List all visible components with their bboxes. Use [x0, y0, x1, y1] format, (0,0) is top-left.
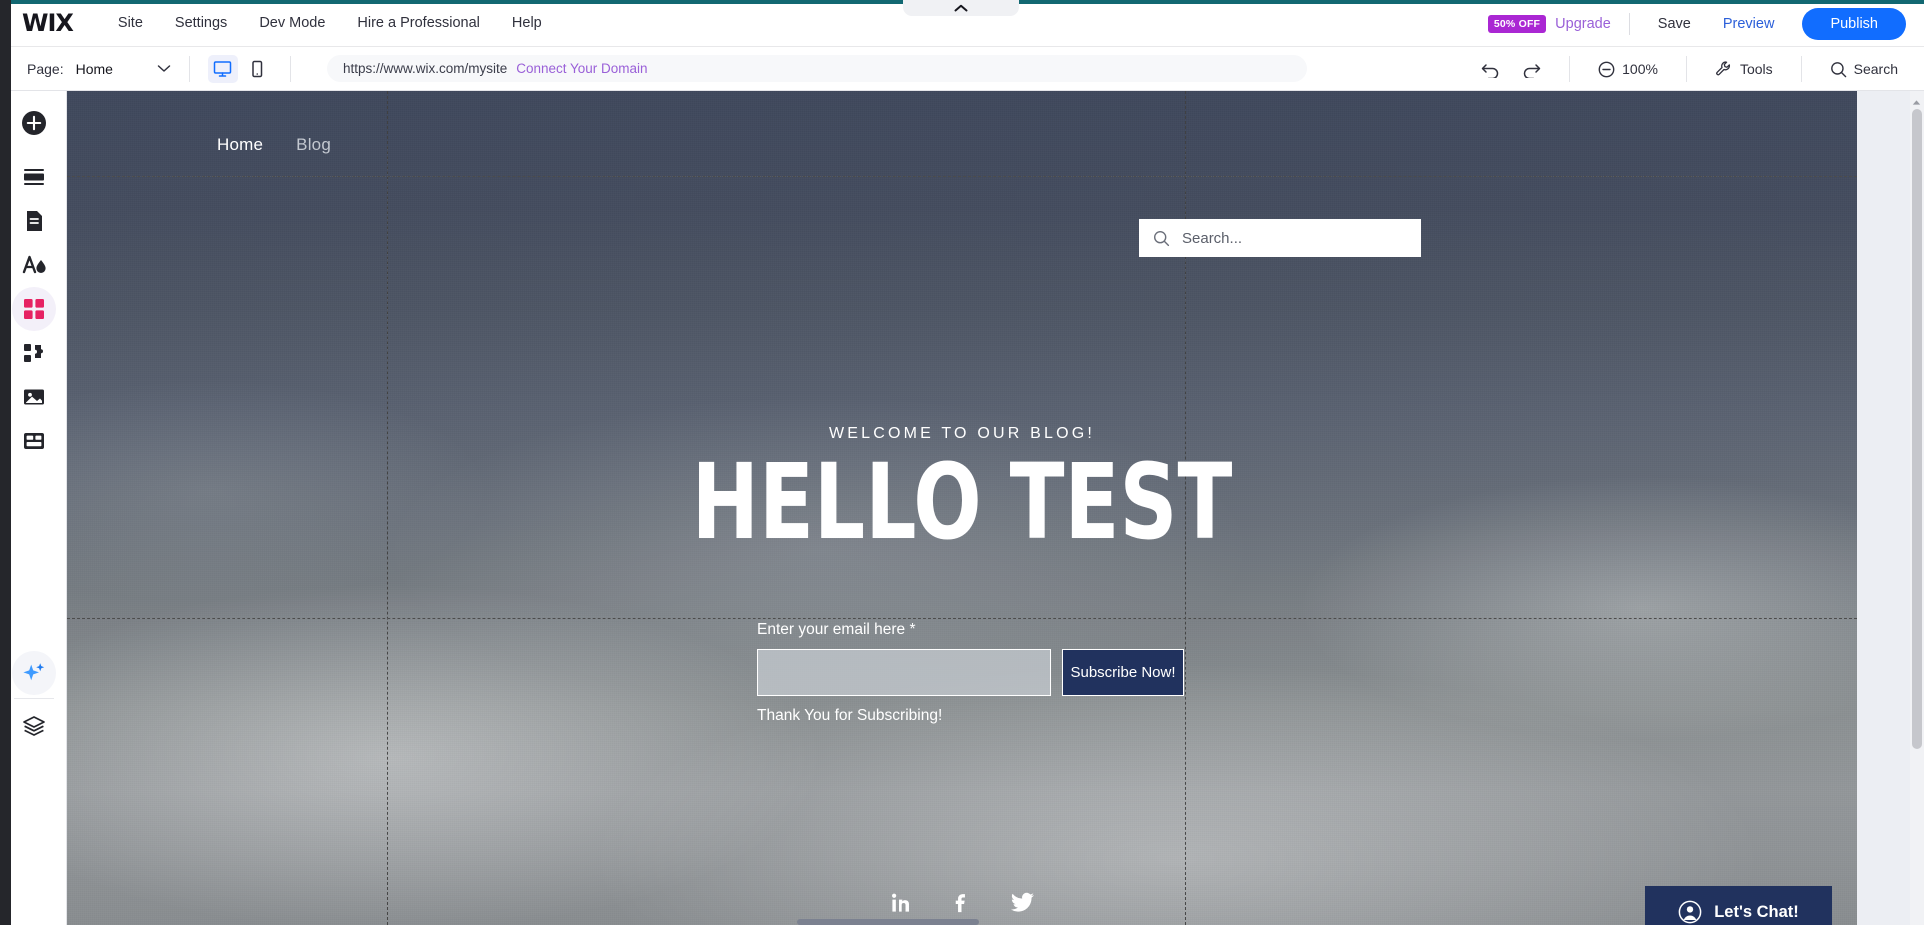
page-document-icon: [21, 208, 47, 234]
chat-widget-button[interactable]: Let's Chat!: [1645, 886, 1832, 925]
sidebar-item-pages[interactable]: [12, 199, 56, 243]
person-circle-icon: [1678, 900, 1702, 924]
page-selector-value[interactable]: Home: [76, 61, 113, 77]
twitter-icon[interactable]: [1010, 891, 1035, 914]
editor-canvas: Home Blog Search... WELCOME TO OUR BLOG!…: [67, 91, 1924, 925]
editor-search-button[interactable]: Search: [1820, 56, 1908, 83]
desktop-view-button[interactable]: [208, 55, 238, 83]
editor-top-bar-actions: 50% OFF Upgrade Save Preview Publish: [1488, 0, 1906, 47]
desktop-icon: [213, 60, 232, 78]
sections-icon: [21, 164, 47, 190]
subbar-tools: 100% Tools Search: [1471, 47, 1924, 91]
chevron-up-icon: [954, 4, 968, 13]
subscribe-button[interactable]: Subscribe Now!: [1062, 649, 1184, 696]
save-button[interactable]: Save: [1648, 12, 1701, 36]
sidebar-item-apps[interactable]: [12, 287, 56, 331]
redo-icon: [1521, 60, 1541, 78]
tools-label: Tools: [1740, 61, 1773, 77]
ai-sparkle-icon: [21, 660, 47, 686]
sidebar-item-cms[interactable]: [12, 419, 56, 463]
upgrade-button[interactable]: Upgrade: [1555, 16, 1611, 32]
editor-main-menu: Site Settings Dev Mode Hire a Profession…: [105, 9, 555, 37]
zoom-level-label: 100%: [1622, 61, 1658, 77]
hero-section: WELCOME TO OUR BLOG! HELLO TEST: [67, 425, 1857, 555]
discount-badge: 50% OFF: [1488, 15, 1546, 33]
email-field-label: Enter your email here *: [757, 621, 1184, 639]
wrench-icon: [1715, 60, 1733, 78]
rail-divider: [14, 698, 54, 699]
chevron-down-icon: [157, 64, 171, 73]
page-title[interactable]: HELLO TEST: [192, 449, 1731, 555]
site-preview: Home Blog Search... WELCOME TO OUR BLOG!…: [67, 91, 1857, 925]
menu-item-site[interactable]: Site: [105, 9, 156, 37]
subbar-divider-3: [1569, 56, 1570, 82]
canvas-vertical-scrollbar[interactable]: [1910, 91, 1924, 925]
theme-design-icon: [20, 252, 48, 278]
subbar-divider-2: [290, 56, 291, 82]
cms-table-icon: [21, 428, 47, 454]
layout-guide-horizontal-footer: [67, 618, 1857, 619]
sidebar-item-add[interactable]: [12, 101, 56, 145]
preview-button[interactable]: Preview: [1713, 12, 1785, 36]
menu-item-help[interactable]: Help: [499, 9, 555, 37]
site-url-text: https://www.wix.com/mysite: [343, 61, 507, 76]
editor-search-label: Search: [1854, 61, 1898, 77]
sidebar-item-ai-assistant[interactable]: [12, 651, 56, 695]
mobile-icon: [250, 60, 264, 78]
zoom-out-icon: [1598, 61, 1615, 78]
search-icon: [1830, 61, 1847, 78]
subbar-divider-5: [1801, 56, 1802, 82]
undo-button[interactable]: [1471, 55, 1511, 83]
device-switcher: [208, 55, 272, 83]
subscribe-row: Subscribe Now!: [757, 649, 1184, 696]
subscribe-form: Enter your email here * Subscribe Now! T…: [757, 621, 1184, 725]
redo-button[interactable]: [1511, 55, 1551, 83]
puzzle-piece-icon: [21, 340, 47, 366]
sidebar-item-add-ons[interactable]: [12, 331, 56, 375]
subscribe-confirmation-text: Thank You for Subscribing!: [757, 707, 1184, 725]
vertical-scrollbar-thumb[interactable]: [1912, 109, 1922, 749]
connect-domain-link[interactable]: Connect Your Domain: [516, 61, 647, 76]
search-icon: [1153, 230, 1170, 247]
rail-edge-strip: [0, 0, 11, 925]
nav-link-blog[interactable]: Blog: [296, 135, 331, 155]
menu-item-dev-mode[interactable]: Dev Mode: [246, 9, 338, 37]
undo-icon: [1481, 60, 1501, 78]
social-links: [67, 891, 1857, 914]
layers-icon: [21, 713, 47, 739]
page-label: Page:: [27, 61, 64, 77]
email-field[interactable]: [757, 649, 1051, 696]
subbar-divider-1: [189, 56, 190, 82]
sidebar-item-media[interactable]: [12, 375, 56, 419]
wix-logo[interactable]: WIX: [22, 9, 73, 37]
toolbar-divider: [1629, 13, 1630, 35]
nav-link-home[interactable]: Home: [217, 135, 263, 155]
site-url-bar[interactable]: https://www.wix.com/mysite Connect Your …: [327, 55, 1307, 82]
linkedin-icon[interactable]: [890, 891, 913, 914]
tools-button[interactable]: Tools: [1705, 55, 1783, 83]
sidebar-item-layers[interactable]: [12, 704, 56, 748]
mobile-view-button[interactable]: [242, 55, 272, 83]
menu-item-hire-a-professional[interactable]: Hire a Professional: [344, 9, 493, 37]
subbar-divider-4: [1686, 56, 1687, 82]
horizontal-scrollbar-thumb[interactable]: [797, 919, 979, 925]
zoom-control[interactable]: 100%: [1588, 56, 1668, 83]
publish-button[interactable]: Publish: [1802, 8, 1906, 40]
apps-grid-icon: [22, 297, 46, 321]
chat-widget-label: Let's Chat!: [1714, 903, 1799, 922]
sidebar-item-design[interactable]: [12, 243, 56, 287]
plus-circle-icon: [21, 110, 47, 136]
menu-item-settings[interactable]: Settings: [162, 9, 240, 37]
editor-sub-bar: Page: Home https://www.wix.com/mysite Co…: [0, 47, 1924, 91]
site-search-box[interactable]: Search...: [1139, 219, 1421, 257]
image-icon: [21, 384, 47, 410]
site-navigation: Home Blog: [217, 135, 331, 155]
sidebar-item-sections[interactable]: [12, 155, 56, 199]
site-search-placeholder: Search...: [1182, 230, 1242, 247]
collapse-toolbar-handle[interactable]: [903, 0, 1019, 16]
facebook-icon[interactable]: [950, 891, 973, 914]
layout-guide-horizontal-header: [67, 176, 1857, 177]
page-selector-dropdown[interactable]: [157, 64, 171, 73]
